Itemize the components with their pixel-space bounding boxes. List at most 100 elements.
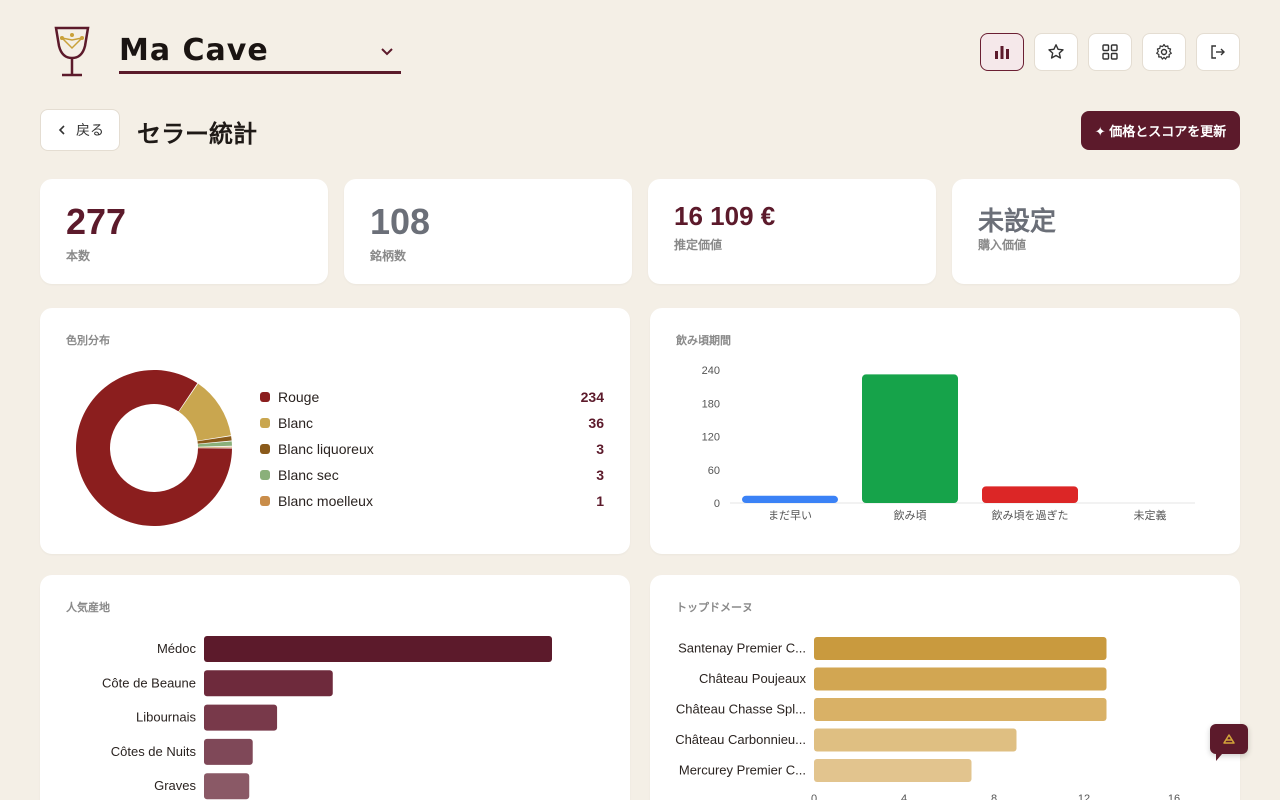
x-tick-label: 4 (901, 793, 907, 800)
bar (814, 759, 972, 782)
x-tick-label: まだ早い (768, 509, 812, 522)
grid-view-button[interactable] (1088, 33, 1132, 71)
bar (814, 637, 1107, 660)
app-header: Ma Cave (0, 0, 1280, 100)
legend-count: 36 (588, 415, 604, 431)
chat-icon (1223, 734, 1235, 744)
bar-label: Libournais (136, 710, 196, 725)
popular-regions-panel: 人気産地 Médoc Côte de Beaune Libournais Côtes … (40, 575, 630, 800)
logout-button[interactable] (1196, 33, 1240, 71)
top-domains-panel: トップドメーヌ Santenay Premier C... Château Pou… (650, 575, 1240, 800)
star-icon (1048, 44, 1064, 59)
x-tick-label: 8 (991, 793, 997, 800)
bar (204, 738, 253, 765)
panel-title: 色別分布 (66, 335, 110, 347)
bar (204, 670, 333, 697)
legend-swatch (260, 392, 270, 402)
color-distribution-panel: 色別分布 Rouge 234 Blanc 36 Blanc liquoreux 3 Blan… (40, 308, 630, 554)
legend-count: 3 (596, 441, 604, 457)
wine-glass-logo-icon (54, 26, 90, 77)
update-prices-button[interactable]: ✦ 価格とスコアを更新 (1081, 111, 1240, 150)
back-button[interactable]: 戻る (40, 109, 120, 151)
stat-card-estimated-value: 16 109 € 推定価値 (648, 179, 936, 284)
stat-value: 108 (370, 201, 431, 242)
legend-swatch (260, 496, 270, 506)
cellar-selector[interactable]: Ma Cave (119, 30, 401, 74)
legend-label: Blanc (278, 415, 314, 431)
stat-value: 277 (66, 201, 127, 242)
bar (982, 486, 1078, 503)
bar (204, 773, 250, 800)
legend-swatch (260, 418, 270, 428)
legend-item: Rouge 234 (260, 384, 604, 410)
x-tick-label: 16 (1168, 793, 1180, 800)
bar (742, 495, 838, 503)
bar-label: Médoc (157, 641, 197, 656)
bar (814, 667, 1107, 691)
bar (204, 704, 278, 731)
stat-card-references: 108 銘柄数 (344, 179, 632, 284)
donut-slice (197, 446, 232, 448)
bar-label: Château Chasse Spl... (676, 702, 806, 717)
stats-button[interactable] (980, 33, 1024, 71)
stat-value: 16 109 € (674, 201, 776, 231)
stat-label: 推定価値 (674, 238, 723, 252)
bar (204, 636, 552, 662)
back-label: 戻る (76, 122, 104, 138)
y-tick-label: 60 (708, 465, 720, 477)
stats-icon (995, 46, 1009, 59)
bar-label: Château Poujeaux (699, 671, 806, 686)
x-tick-label: 0 (811, 793, 817, 800)
x-tick-label: 未定義 (1134, 508, 1167, 522)
bar (862, 374, 958, 503)
bar (814, 698, 1107, 721)
page-title: セラー統計 (137, 121, 257, 148)
gear-icon (1156, 43, 1172, 60)
logout-icon (1211, 45, 1225, 59)
legend-count: 1 (596, 493, 604, 509)
y-tick-label: 0 (714, 498, 720, 510)
x-tick-label: 飲み頃 (894, 508, 927, 522)
legend-swatch (260, 444, 270, 454)
stat-label: 購入価値 (978, 238, 1027, 252)
legend-item: Blanc liquoreux 3 (260, 436, 604, 462)
x-tick-label: 12 (1078, 793, 1090, 800)
legend-item: Blanc sec 3 (260, 462, 604, 488)
bar-label: Santenay Premier C... (678, 641, 806, 656)
cellar-name: Ma Cave (119, 33, 269, 68)
stat-card-bottles: 277 本数 (40, 179, 328, 284)
favorites-button[interactable] (1034, 33, 1078, 71)
stat-card-purchase-value: 未設定 購入価値 (952, 179, 1240, 284)
bar-label: Graves (154, 778, 196, 793)
bar-label: Mercurey Premier C... (679, 763, 806, 778)
bar-label: Château Carbonnieu... (675, 732, 806, 747)
donut-chart (76, 370, 232, 526)
stat-label: 銘柄数 (370, 249, 407, 263)
legend-item: Blanc 36 (260, 410, 604, 436)
y-tick-label: 120 (702, 432, 720, 444)
legend-label: Blanc liquoreux (278, 441, 374, 457)
legend-count: 3 (596, 467, 604, 483)
color-legend: Rouge 234 Blanc 36 Blanc liquoreux 3 Blanc sec… (260, 384, 604, 514)
legend-label: Blanc sec (278, 467, 339, 483)
x-tick-label: 飲み頃を過ぎた (992, 508, 1069, 522)
legend-swatch (260, 470, 270, 480)
grid-icon (1102, 44, 1118, 60)
domains-chart: Santenay Premier C... Château Poujeaux Châ… (675, 637, 1180, 800)
drinking-window-chart: 0 60 120 180 240 まだ早い 飲み頃 飲み頃を過ぎた 未定義 (702, 365, 1195, 522)
regions-chart: Médoc Côte de Beaune Libournais Côtes de Nu… (102, 636, 552, 800)
chevron-left-icon (58, 125, 65, 135)
stat-label: 本数 (66, 249, 91, 263)
chevron-down-icon (381, 48, 393, 56)
y-tick-label: 240 (702, 365, 720, 377)
legend-item: Blanc moelleux 1 (260, 488, 604, 514)
stat-value: 未設定 (978, 206, 1057, 236)
settings-button[interactable] (1142, 33, 1186, 71)
bar-label: Côte de Beaune (102, 675, 196, 690)
y-tick-label: 180 (702, 398, 720, 410)
legend-label: Blanc moelleux (278, 493, 373, 509)
assistant-chat-button[interactable] (1210, 724, 1248, 761)
legend-label: Rouge (278, 389, 320, 405)
bar (814, 728, 1017, 752)
bar-label: Côtes de Nuits (111, 744, 197, 759)
